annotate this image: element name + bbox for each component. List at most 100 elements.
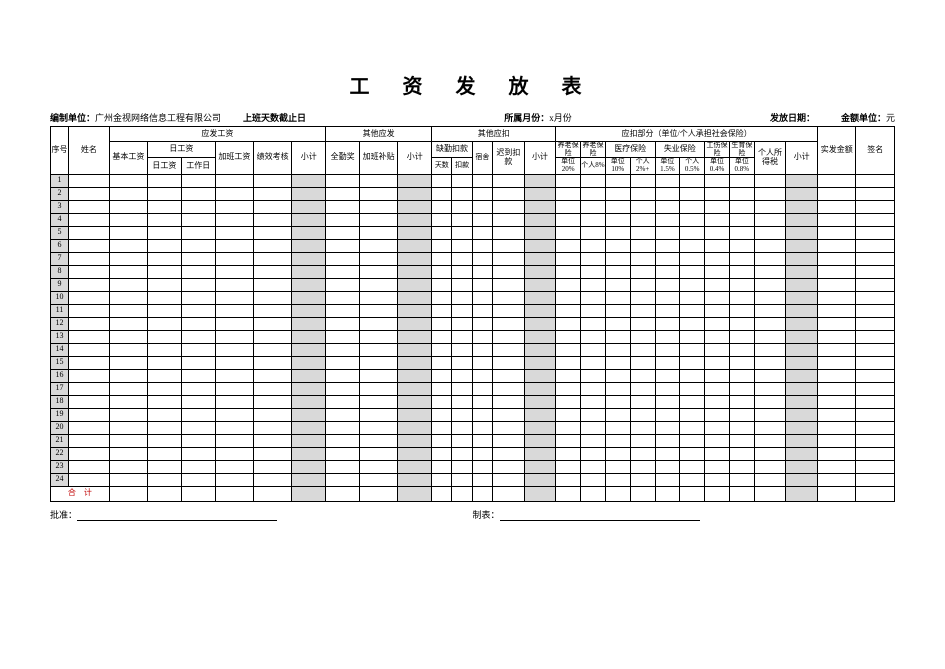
cell: [856, 369, 895, 382]
table-row: 9: [51, 278, 895, 291]
cell: [581, 278, 606, 291]
cell: [605, 252, 630, 265]
cell: [69, 421, 110, 434]
cell: [69, 356, 110, 369]
cell: [818, 317, 856, 330]
cell: [292, 317, 326, 330]
cell: [630, 460, 655, 473]
cell: [360, 317, 398, 330]
cell: [605, 356, 630, 369]
hdr-pension-p: 养老保险: [581, 142, 606, 158]
hdr-sign: 签名: [856, 127, 895, 175]
cell: [729, 473, 754, 486]
cell: [432, 174, 452, 187]
cell: [729, 187, 754, 200]
cell: [360, 174, 398, 187]
cell: [705, 343, 730, 356]
cell: [630, 369, 655, 382]
cell: [452, 278, 472, 291]
row-number: 4: [51, 213, 69, 226]
cell: [148, 356, 182, 369]
month-value: x月份: [549, 113, 572, 123]
cell: [556, 330, 581, 343]
cell: [493, 239, 525, 252]
cell: [630, 356, 655, 369]
cell: [326, 434, 360, 447]
cell: [818, 304, 856, 317]
cell: [856, 421, 895, 434]
cell: [856, 200, 895, 213]
cell: [754, 252, 786, 265]
cell: [326, 369, 360, 382]
cell: [215, 408, 253, 421]
cell: [786, 421, 818, 434]
cell: [655, 434, 680, 447]
cell: [556, 395, 581, 408]
hdr-emp04: 单位0.4%: [705, 158, 730, 174]
cell: [630, 395, 655, 408]
cell: [818, 369, 856, 382]
cell: [680, 382, 705, 395]
approve-line: [77, 520, 277, 521]
cell: [581, 434, 606, 447]
cell: [524, 330, 556, 343]
cell: [556, 421, 581, 434]
cell: [109, 226, 147, 239]
cell: [655, 304, 680, 317]
cell: [729, 330, 754, 343]
unit-value: 元: [886, 113, 895, 123]
company-block: 编制单位：广州金视网络信息工程有限公司: [50, 111, 221, 124]
cell: [69, 187, 110, 200]
table-row: 8: [51, 265, 895, 278]
cell: [148, 447, 182, 460]
cell: [680, 408, 705, 421]
cell: [818, 356, 856, 369]
table-row: 23: [51, 460, 895, 473]
footer-row: 批准： 制表：: [50, 508, 895, 521]
cell: [398, 356, 432, 369]
cell: [729, 278, 754, 291]
cell: [581, 265, 606, 278]
table-row: 21: [51, 434, 895, 447]
cell: [524, 382, 556, 395]
cell: [856, 239, 895, 252]
cell: [181, 278, 215, 291]
cell: [524, 174, 556, 187]
cell: [705, 239, 730, 252]
cell: [705, 408, 730, 421]
cell: [493, 252, 525, 265]
cell: [729, 317, 754, 330]
cell: [630, 408, 655, 421]
table-row: 5: [51, 226, 895, 239]
cell: [493, 421, 525, 434]
cell: [109, 174, 147, 187]
cell: [472, 408, 492, 421]
cell: [69, 434, 110, 447]
cell: [109, 278, 147, 291]
cell: [254, 460, 292, 473]
table-row: 24: [51, 473, 895, 486]
cell: [452, 226, 472, 239]
cell: [109, 265, 147, 278]
cell: [181, 226, 215, 239]
cell: [856, 265, 895, 278]
cell: [109, 291, 147, 304]
hdr-emp20: 单位20%: [556, 158, 581, 174]
cell: [360, 187, 398, 200]
cell: [254, 434, 292, 447]
cell: [360, 395, 398, 408]
cell: [605, 239, 630, 252]
cell: [856, 174, 895, 187]
cell: [181, 356, 215, 369]
cell: [729, 343, 754, 356]
cell: [292, 382, 326, 395]
cell: [292, 265, 326, 278]
cell: [856, 395, 895, 408]
cell: [432, 265, 452, 278]
cell: [452, 343, 472, 356]
hdr-due-group: 应发工资: [109, 127, 326, 142]
cell: [254, 317, 292, 330]
cell: [729, 395, 754, 408]
cell: [556, 213, 581, 226]
cell: [786, 356, 818, 369]
